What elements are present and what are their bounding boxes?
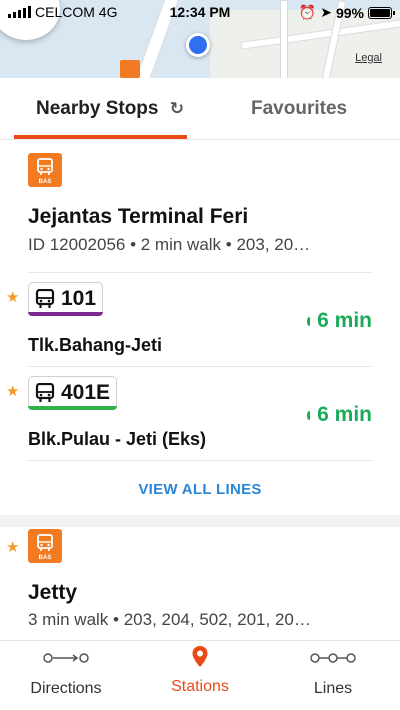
stop-name[interactable]: Jetty [28,581,77,605]
stop-name[interactable]: Jejantas Terminal Feri [28,205,248,229]
nav-label: Lines [313,680,353,697]
eta-text: 6 min [317,403,372,426]
route-chip[interactable]: 401E [28,376,118,410]
tab-bar: Nearby Stops ↻ Favourites [0,78,400,140]
live-signal-icon [307,316,311,326]
favourite-star-icon[interactable]: ★ [6,538,19,556]
status-bar: CELCOM 4G 12:34 PM ⏰ ➤ 99% [0,0,400,24]
nav-directions[interactable]: Directions [1,651,131,698]
battery-icon [368,6,395,19]
location-arrow-icon: ➤ [320,4,332,20]
directions-icon [43,653,89,663]
nav-label: Stations [171,678,229,695]
route-number: 401E [61,381,111,404]
section-separator [0,515,400,527]
divider [28,272,372,273]
route-destination[interactable]: Blk.Pulau - Jeti (Eks) [28,429,206,450]
bus-icon [35,289,55,308]
battery-percent: 99% [335,4,364,21]
tab-nearby-stops[interactable]: Nearby Stops ↻ [36,98,184,120]
arrival-eta: 6 min [307,309,372,333]
alarm-icon: ⏰ [298,4,317,20]
bus-icon-text: BAS [38,179,52,185]
nav-stations[interactable]: Stations [135,646,265,696]
route-destination[interactable]: Tlk.Bahang-Jeti [28,335,162,356]
bus-stop-icon: BAS [28,529,62,563]
tab-label: Favourites [251,98,348,119]
favourite-star-icon[interactable]: ★ [6,288,19,306]
stop-info: ID 12002056 • 2 min walk • 203, 20… [28,235,311,254]
bus-stop-icon: BAS [28,153,62,187]
favourite-star-icon[interactable]: ★ [6,382,19,400]
bus-icon-text: BAS [38,555,52,561]
lines-icon [310,653,356,663]
bottom-navigation: Directions Stations Lines [0,640,400,710]
arrival-eta: 6 min [307,403,372,427]
route-chip[interactable]: 101 [28,282,104,316]
nearby-stops-list[interactable]: BAS Jejantas Terminal Feri ID 12002056 •… [0,141,400,640]
legal-link[interactable]: Legal [355,52,382,64]
divider [28,460,372,461]
refresh-icon[interactable]: ↻ [170,99,184,119]
stop-info: 3 min walk • 203, 204, 502, 201, 20… [28,610,311,629]
map-bus-stop-icon[interactable] [120,60,140,78]
active-tab-indicator [14,135,187,139]
tab-favourites[interactable]: Favourites [251,98,347,120]
view-all-lines-link[interactable]: VIEW ALL LINES [0,481,400,498]
bus-icon [35,383,55,402]
route-color-bar [28,312,104,316]
current-location-dot [186,33,210,57]
divider [28,366,372,367]
nav-label: Directions [30,680,102,697]
route-color-bar [28,406,118,410]
nav-lines[interactable]: Lines [268,651,398,698]
eta-text: 6 min [317,309,372,332]
live-signal-icon [307,410,311,420]
route-number: 101 [61,287,97,310]
location-pin-icon [192,646,208,667]
tab-label: Nearby Stops [36,98,159,119]
